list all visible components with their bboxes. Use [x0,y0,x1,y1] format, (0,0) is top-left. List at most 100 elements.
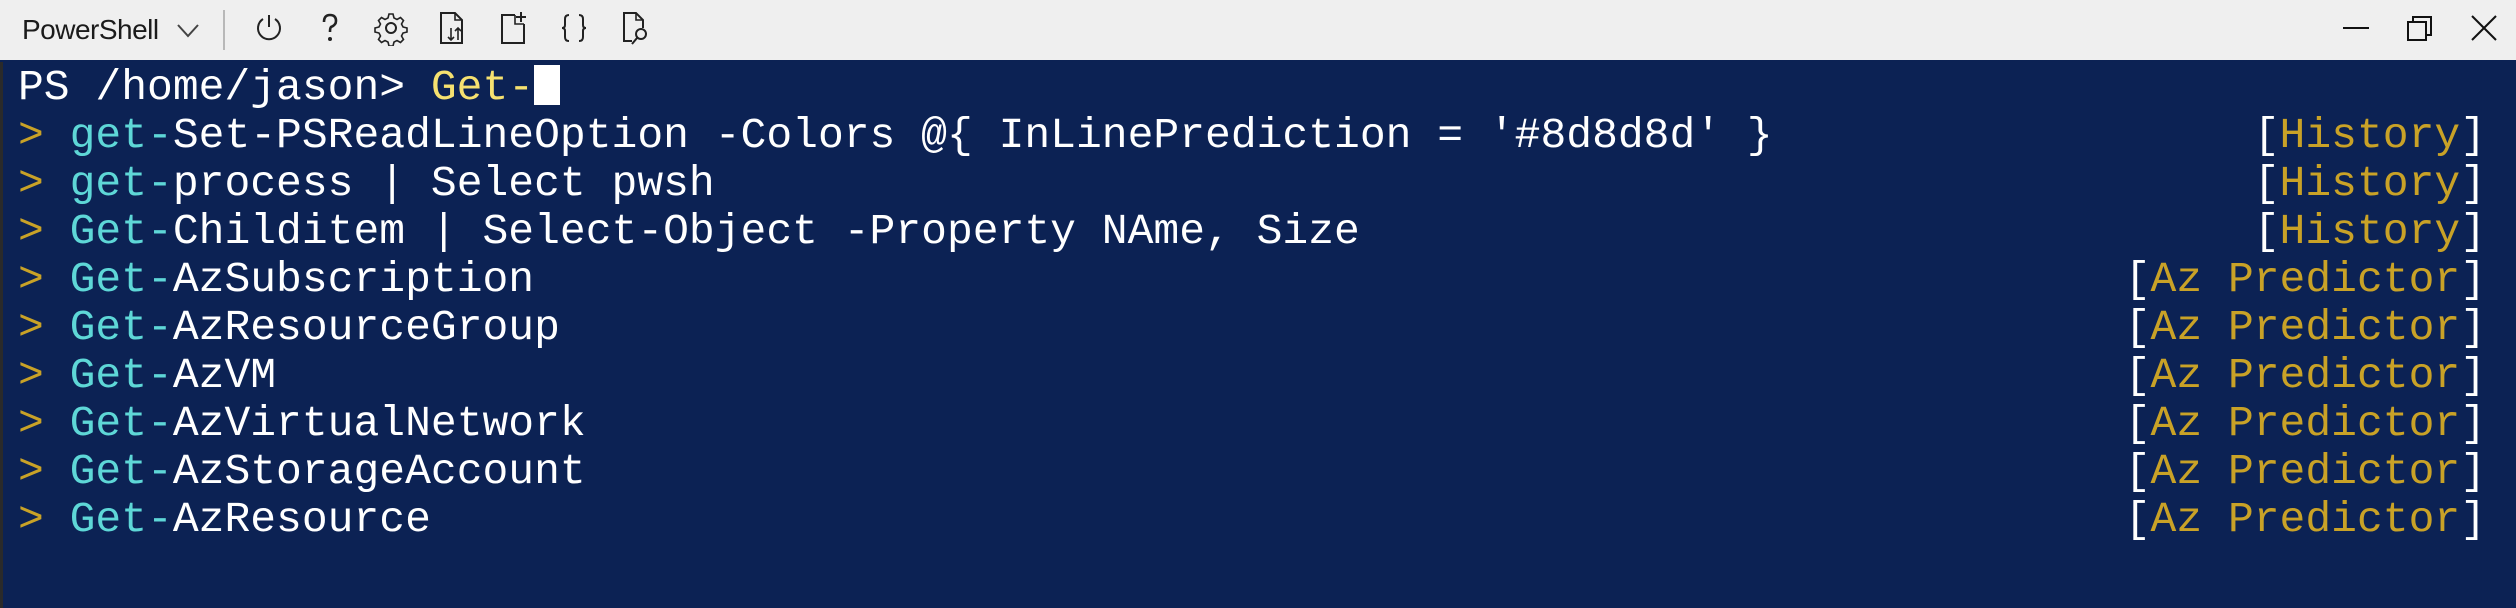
toolbar-divider [222,10,225,50]
suggestion-marker: > [18,495,44,544]
source-bracket-open: [ [2124,255,2151,304]
suggestion-item[interactable]: > Get-AzSubscription [18,256,534,304]
suggestion-match: get- [69,111,173,160]
source-bracket-open: [ [2253,111,2280,160]
suggestion-match: Get- [69,303,173,352]
upload-download-button[interactable] [428,6,476,54]
suggestion-match: Get- [69,495,173,544]
suggestion-item[interactable]: > Get-AzVirtualNetwork [18,400,586,448]
restore-button[interactable] [2388,0,2452,60]
help-button[interactable] [306,6,354,54]
suggestion-item[interactable]: > Get-AzVM [18,352,276,400]
shell-selector[interactable]: PowerShell [22,0,201,60]
suggestion-text: AzVM [172,351,277,400]
suggestion-marker: > [18,351,44,400]
source-bracket-open: [ [2124,447,2151,496]
suggestion-source: [Az Predictor] [2125,256,2486,304]
close-icon [2468,12,2500,49]
restart-button[interactable] [245,6,293,54]
close-button[interactable] [2452,0,2516,60]
source-bracket-open: [ [2124,495,2151,544]
suggestion-text: AzVirtualNetwork [172,399,586,448]
suggestion-match: Get- [69,351,173,400]
suggestion-item[interactable]: > Get-AzResourceGroup [18,304,560,352]
suggestion-match: Get- [69,447,173,496]
suggestion-marker: > [18,447,44,496]
help-icon [312,10,348,51]
suggestion-source: [History] [2254,160,2486,208]
suggestion-match: get- [69,159,173,208]
file-search-icon [617,10,653,51]
source-name: Az Predictor [2150,351,2461,400]
minimize-icon [2340,12,2372,49]
source-bracket-close: ] [2460,303,2486,352]
power-icon [251,10,287,51]
editor-button[interactable] [550,6,598,54]
suggestion-marker: > [18,399,44,448]
prompt-line[interactable]: PS /home/jason> Get- [18,63,561,112]
chevron-down-icon [175,17,201,43]
source-name: History [2279,207,2461,256]
source-name: History [2279,159,2461,208]
suggestion-match: Get- [69,207,173,256]
suggestion-source: [History] [2254,208,2486,256]
window-controls [2324,0,2516,60]
source-bracket-close: ] [2460,447,2486,496]
suggestion-item[interactable]: > Get-AzResource [18,496,431,544]
suggestion-item[interactable]: > get-process | Select pwsh [18,160,715,208]
source-bracket-open: [ [2124,399,2151,448]
suggestion-item[interactable]: > Get-AzStorageAccount [18,448,586,496]
source-name: Az Predictor [2150,495,2461,544]
suggestion-item[interactable]: > Get-Childitem | Select-Object -Propert… [18,208,1360,256]
cursor [534,65,561,105]
minimize-button[interactable] [2324,0,2388,60]
source-bracket-close: ] [2460,159,2486,208]
source-name: History [2279,111,2461,160]
file-transfer-icon [434,10,470,51]
new-file-icon [495,10,531,51]
suggestion-marker: > [18,207,44,256]
suggestion-marker: > [18,255,44,304]
suggestion-match: Get- [69,399,173,448]
source-bracket-open: [ [2124,303,2151,352]
source-name: Az Predictor [2150,255,2461,304]
typed-command: Get- [430,63,535,112]
source-bracket-close: ] [2460,399,2486,448]
web-preview-button[interactable] [611,6,659,54]
new-session-button[interactable] [489,6,537,54]
suggestion-source: [Az Predictor] [2125,352,2486,400]
terminal[interactable]: PS /home/jason> Get- > get-Set-PSReadLin… [0,62,2516,608]
suggestion-source: [Az Predictor] [2125,304,2486,352]
suggestion-text: Childitem | Select-Object -Property NAme… [172,207,1360,256]
suggestion-source: [Az Predictor] [2125,496,2486,544]
toolbar: PowerShell [0,0,2516,60]
suggestion-text: process | Select pwsh [172,159,715,208]
suggestion-text: AzStorageAccount [172,447,586,496]
source-bracket-close: ] [2460,207,2486,256]
gear-icon [373,10,409,51]
suggestion-source: [History] [2254,112,2486,160]
suggestion-text: AzResource [172,495,431,544]
source-name: Az Predictor [2150,447,2461,496]
source-bracket-close: ] [2460,111,2486,160]
suggestion-source: [Az Predictor] [2125,400,2486,448]
suggestion-text: Set-PSReadLineOption -Colors @{ InLinePr… [172,111,1773,160]
suggestion-marker: > [18,111,44,160]
suggestion-source: [Az Predictor] [2125,448,2486,496]
suggestion-item[interactable]: > get-Set-PSReadLineOption -Colors @{ In… [18,112,1773,160]
suggestion-marker: > [18,159,44,208]
settings-button[interactable] [367,6,415,54]
suggestion-marker: > [18,303,44,352]
suggestion-match: Get- [69,255,173,304]
source-bracket-close: ] [2460,255,2486,304]
source-bracket-close: ] [2460,495,2486,544]
